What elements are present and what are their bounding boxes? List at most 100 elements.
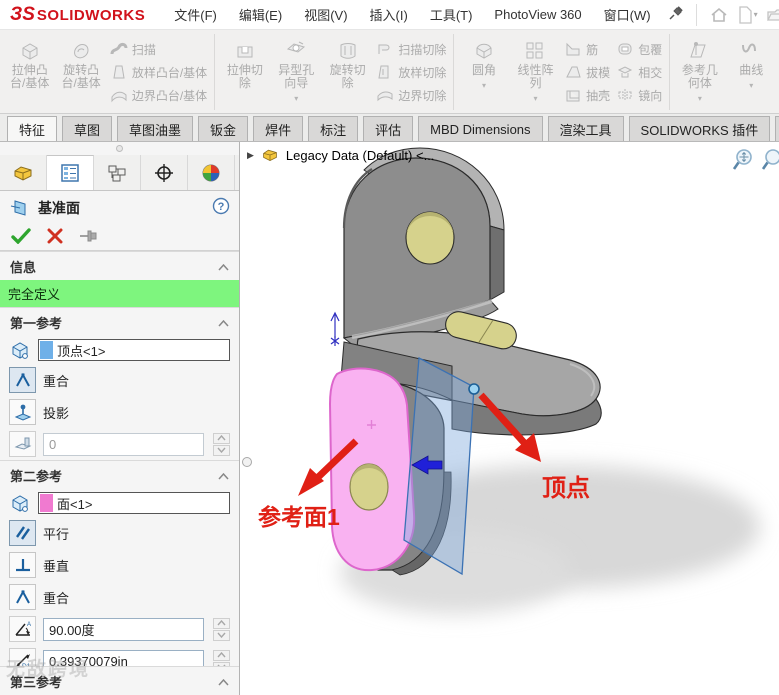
ok-button[interactable] <box>11 227 31 247</box>
tab-sketch-ink[interactable]: 草图油墨 <box>117 116 194 141</box>
tab-display-manager[interactable] <box>188 155 235 190</box>
tab-sketch[interactable]: 草图 <box>62 116 113 141</box>
open-document-button[interactable]: ▾ <box>764 4 779 26</box>
extruded-cut-button[interactable]: 拉伸切除 <box>219 33 270 111</box>
section-header-info[interactable]: 信息 <box>0 251 239 280</box>
tab-mbd-dimensions[interactable]: MBD Dimensions <box>418 116 543 141</box>
tab-featuremanager-tree[interactable] <box>0 155 47 190</box>
zoom-fit-icon[interactable] <box>761 148 779 172</box>
spinner-up-icon[interactable] <box>213 617 230 629</box>
angle-input[interactable]: 90.00度 <box>43 617 204 641</box>
fillet-button[interactable]: 圆角 ▾ <box>458 33 509 111</box>
panel-resize-grip[interactable] <box>0 142 239 155</box>
tab-render-tools[interactable]: 渲染工具 <box>547 116 624 141</box>
tab-sheet-metal[interactable]: 钣金 <box>198 116 249 141</box>
menu-tools[interactable]: 工具(T) <box>419 5 484 24</box>
curves-dropdown-icon[interactable]: ▾ <box>749 79 753 92</box>
linear-pattern-button[interactable]: 线性阵列 ▾ <box>510 33 561 111</box>
second-reference-selection-value: 面<1> <box>57 496 93 512</box>
ribbon-group-divider <box>214 34 216 110</box>
projection-constraint-button[interactable] <box>9 399 36 425</box>
menu-window[interactable]: 窗口(W) <box>593 5 662 24</box>
boundary-cut-button[interactable]: 边界切除 <box>376 85 446 105</box>
dimxpert-icon <box>155 163 173 182</box>
lofted-cut-button[interactable]: 放样切除 <box>376 62 446 82</box>
tab-property-manager[interactable] <box>47 155 94 190</box>
angle-spinner[interactable] <box>213 617 230 641</box>
menu-insert[interactable]: 插入(I) <box>359 5 419 24</box>
swept-cut-button[interactable]: 扫描切除 <box>376 39 446 59</box>
home-button[interactable] <box>707 4 731 26</box>
cancel-button[interactable] <box>47 228 63 247</box>
collapse-chevron-icon[interactable] <box>218 259 229 274</box>
vertex-marker[interactable] <box>468 383 480 395</box>
reference-geometry-button[interactable]: 参考几 何体 ▾ <box>674 33 725 111</box>
annotation-reference-face-label: 参考面1 <box>258 504 340 530</box>
parallel-constraint-button[interactable] <box>9 520 36 546</box>
revolved-boss-button[interactable]: 旋转凸 台/基体 <box>55 33 106 111</box>
mirror-button[interactable]: 镜向 <box>616 85 662 105</box>
menu-pin-icon[interactable] <box>668 5 684 24</box>
intersect-button[interactable]: 相交 <box>616 62 662 82</box>
new-document-dropdown-icon[interactable]: ▾ <box>754 10 758 19</box>
menu-edit[interactable]: 编辑(E) <box>228 5 293 24</box>
tab-evaluate[interactable]: 评估 <box>363 116 414 141</box>
fillet-dropdown-icon[interactable]: ▾ <box>482 79 486 92</box>
menu-view[interactable]: 视图(V) <box>293 5 358 24</box>
second-reference-selection-input[interactable]: 面<1> <box>38 492 230 514</box>
spinner-up-icon[interactable] <box>213 432 230 444</box>
panel-splitter-handle[interactable] <box>242 457 252 467</box>
property-manager-icon <box>61 164 79 182</box>
revolved-cut-button[interactable]: 旋转切除 <box>322 33 373 111</box>
linear-pattern-dropdown-icon[interactable]: ▾ <box>533 92 537 105</box>
title-bar: ЗS SOLIDWORKS 文件(F) 编辑(E) 视图(V) 插入(I) 工具… <box>0 0 779 30</box>
spinner-down-icon[interactable] <box>213 444 230 456</box>
tab-mbd[interactable]: MBD <box>775 116 779 141</box>
draft-button[interactable]: 拔模 <box>564 62 610 82</box>
spinner-up-icon[interactable] <box>213 649 230 661</box>
section-header-second-reference[interactable]: 第二参考 <box>0 460 239 489</box>
section-header-third-reference[interactable]: 第三参考 <box>0 666 239 695</box>
boundary-boss-button[interactable]: 边界凸台/基体 <box>110 85 207 105</box>
flyout-feature-tree-item[interactable]: ▶ Legacy Data (Default) <... <box>247 147 434 163</box>
coincident-constraint-label-2: 重合 <box>43 590 70 606</box>
extruded-boss-button[interactable]: 拉伸凸 台/基体 <box>4 33 55 111</box>
property-manager-panel: 基准面 ? 信息 完全定义 第一参考 顶点<1> 重合 投影 0 第二参考 面<… <box>0 142 240 695</box>
tab-features[interactable]: 特征 <box>7 116 58 141</box>
angle-icon: A <box>9 616 36 642</box>
swept-boss-button[interactable]: 扫描 <box>110 39 207 59</box>
collapse-chevron-icon[interactable] <box>218 674 229 689</box>
tab-configuration-manager[interactable] <box>94 155 141 190</box>
shell-button[interactable]: 抽壳 <box>564 85 610 105</box>
fillet-icon <box>472 38 496 64</box>
tab-annotation[interactable]: 标注 <box>308 116 359 141</box>
offset-distance-input[interactable]: 0 <box>43 432 204 456</box>
perpendicular-constraint-button[interactable] <box>9 552 36 578</box>
lofted-boss-button[interactable]: 放样凸台/基体 <box>110 62 207 82</box>
offset-distance-spinner[interactable] <box>213 432 230 456</box>
tab-dimxpert-manager[interactable] <box>141 155 188 190</box>
rib-button[interactable]: 筋 <box>564 39 610 59</box>
reference-geometry-dropdown-icon[interactable]: ▾ <box>698 92 702 105</box>
tab-solidworks-addins[interactable]: SOLIDWORKS 插件 <box>628 116 771 141</box>
graphics-viewport[interactable]: 参考面1 顶点 ▶ Legacy Data (Default) <... <box>240 142 779 695</box>
tab-weldments[interactable]: 焊件 <box>253 116 304 141</box>
menu-photoview[interactable]: PhotoView 360 <box>483 7 592 22</box>
help-button[interactable]: ? <box>212 197 230 218</box>
coincident-constraint-button[interactable] <box>9 367 36 393</box>
wrap-button[interactable]: 包覆 <box>616 39 662 59</box>
first-reference-selection-input[interactable]: 顶点<1> <box>38 339 230 361</box>
tree-expand-icon[interactable]: ▶ <box>247 150 254 161</box>
menu-file[interactable]: 文件(F) <box>163 5 228 24</box>
collapse-chevron-icon[interactable] <box>218 468 229 483</box>
spinner-down-icon[interactable] <box>213 629 230 641</box>
hole-wizard-button[interactable]: 异型孔 向导 ▾ <box>271 33 322 111</box>
new-document-button[interactable]: ▾ <box>735 4 760 26</box>
collapse-chevron-icon[interactable] <box>218 315 229 330</box>
keep-visible-pin-icon[interactable] <box>79 229 99 246</box>
coincident-constraint-button-2[interactable] <box>9 584 36 610</box>
zoom-to-area-icon[interactable] <box>731 148 755 172</box>
curves-button[interactable]: 曲线 ▾ <box>726 33 777 111</box>
hole-wizard-dropdown-icon[interactable]: ▾ <box>294 92 298 105</box>
section-header-first-reference[interactable]: 第一参考 <box>0 307 239 336</box>
